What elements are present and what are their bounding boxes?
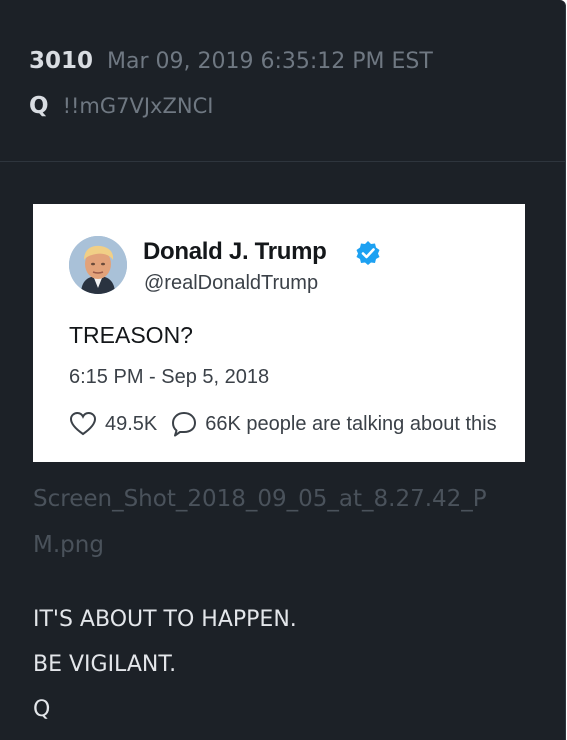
speech-bubble-icon bbox=[172, 412, 197, 437]
attachment-filename-link[interactable]: Screen_Shot_2018_09_05_at_8.27.42_PM.png bbox=[33, 476, 513, 568]
post-meta: 3010 Mar 09, 2019 6:35:12 PM EST bbox=[29, 46, 433, 77]
heart-icon bbox=[69, 411, 97, 436]
post-header: 3010 Mar 09, 2019 6:35:12 PM EST Q !!mG7VJ… bbox=[0, 0, 565, 162]
like-count: 49.5K bbox=[105, 412, 158, 435]
post-number[interactable]: 3010 bbox=[29, 48, 93, 74]
tweet-handle: @realDonaldTrump bbox=[144, 272, 319, 294]
talking-count: 66K people are talking about this bbox=[205, 412, 497, 435]
message-line: BE VIGILANT. bbox=[33, 652, 177, 677]
post-message: IT'S ABOUT TO HAPPEN. BE VIGILANT. Q bbox=[33, 597, 297, 732]
post-date: Mar 09, 2019 6:35:12 PM EST bbox=[107, 49, 433, 74]
tweet-screenshot-image[interactable]: Donald J. Trump @realDonaldTrump TREASON… bbox=[33, 204, 525, 462]
avatar bbox=[69, 236, 127, 294]
tweet-author-name: Donald J. Trump bbox=[143, 238, 327, 265]
tripcode: !!mG7VJxZNCI bbox=[62, 94, 214, 118]
message-line: IT'S ABOUT TO HAPPEN. bbox=[33, 607, 297, 632]
message-signature: Q bbox=[33, 697, 51, 722]
tweet-timestamp: 6:15 PM - Sep 5, 2018 bbox=[69, 366, 270, 388]
author-name: Q bbox=[29, 93, 49, 119]
tweet-stats: 49.5K 66K people are talking about this bbox=[69, 410, 497, 438]
post-card: 3010 Mar 09, 2019 6:35:12 PM EST Q !!mG7VJ… bbox=[0, 0, 566, 740]
post-author-line: Q !!mG7VJxZNCI bbox=[29, 91, 213, 121]
tweet-text: TREASON? bbox=[69, 322, 193, 348]
verified-badge-icon bbox=[356, 241, 380, 265]
